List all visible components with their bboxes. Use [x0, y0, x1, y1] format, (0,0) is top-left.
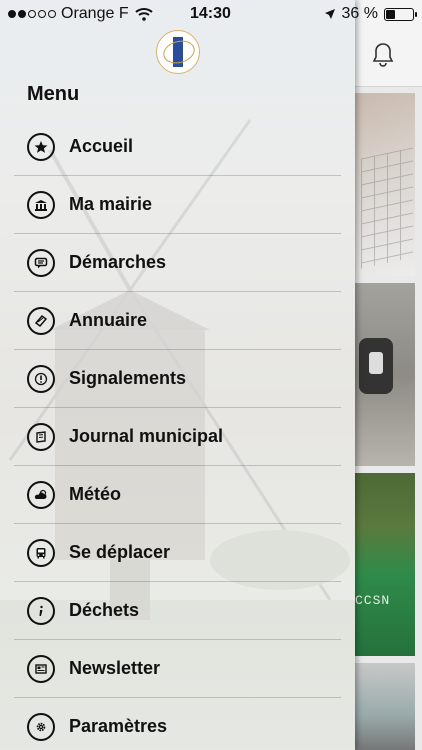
menu-item-label: Déchets	[69, 600, 140, 620]
menu-item-label: Ma mairie	[69, 194, 153, 214]
menu-item-se-deplacer[interactable]: Se déplacer	[14, 524, 341, 582]
news-card-image[interactable]	[355, 93, 415, 276]
status-bar: Orange F 14:30 36 %	[0, 0, 422, 30]
wifi-icon	[134, 8, 153, 21]
screen: CCSN Orange F 14:30 36 % Menu Accueil Ma…	[0, 0, 422, 750]
menu-item-demarches[interactable]: Démarches	[14, 234, 341, 292]
newsletter-icon	[27, 654, 55, 683]
weather-icon	[27, 480, 55, 509]
news-card-image[interactable]: CCSN	[355, 473, 415, 656]
chat-bubble-icon	[27, 248, 55, 277]
menu-item-label: Se déplacer	[69, 542, 171, 562]
alert-icon	[27, 364, 55, 393]
menu-item-label: Paramètres	[69, 716, 168, 736]
menu-item-label: Journal municipal	[69, 426, 224, 446]
bus-icon	[27, 538, 55, 567]
menu-item-label: Newsletter	[69, 658, 161, 678]
gear-icon	[27, 712, 55, 741]
bell-icon[interactable]	[371, 42, 395, 68]
menu-item-label: Démarches	[69, 252, 167, 272]
menu-item-annuaire[interactable]: Annuaire	[14, 292, 341, 350]
menu-item-parametres[interactable]: Paramètres	[14, 698, 341, 750]
menu-title: Menu	[27, 83, 80, 105]
menu-list: Accueil Ma mairie Démarches Annuaire Sig	[14, 118, 341, 750]
menu-item-accueil[interactable]: Accueil	[14, 118, 341, 176]
menu-item-newsletter[interactable]: Newsletter	[14, 640, 341, 698]
menu-item-journal-municipal[interactable]: Journal municipal	[14, 408, 341, 466]
town-logo	[156, 30, 200, 74]
menu-item-label: Météo	[69, 484, 122, 504]
menu-item-dechets[interactable]: Déchets	[14, 582, 341, 640]
battery-percentage: 36 %	[341, 5, 378, 22]
menu-item-label: Accueil	[69, 136, 134, 156]
menu-item-ma-mairie[interactable]: Ma mairie	[14, 176, 341, 234]
clock: 14:30	[190, 5, 231, 22]
status-right: 36 %	[324, 5, 417, 23]
book-icon	[27, 306, 55, 335]
menu-item-label: Signalements	[69, 368, 187, 388]
status-left: Orange F	[8, 5, 153, 23]
container-lettering: CCSN	[355, 593, 391, 608]
signal-strength-icon	[8, 10, 56, 18]
news-card-image[interactable]	[355, 283, 415, 466]
menu-item-signalements[interactable]: Signalements	[14, 350, 341, 408]
star-icon	[27, 132, 55, 161]
info-icon	[27, 596, 55, 625]
battery-icon	[384, 7, 417, 21]
location-arrow-icon	[324, 9, 335, 19]
news-card-image[interactable]	[355, 663, 415, 750]
menu-item-meteo[interactable]: Météo	[14, 466, 341, 524]
town-hall-icon	[27, 190, 55, 219]
carrier-name: Orange F	[61, 5, 129, 22]
newspaper-icon	[27, 422, 55, 451]
background-app: CCSN	[355, 0, 422, 750]
menu-item-label: Annuaire	[69, 310, 148, 330]
